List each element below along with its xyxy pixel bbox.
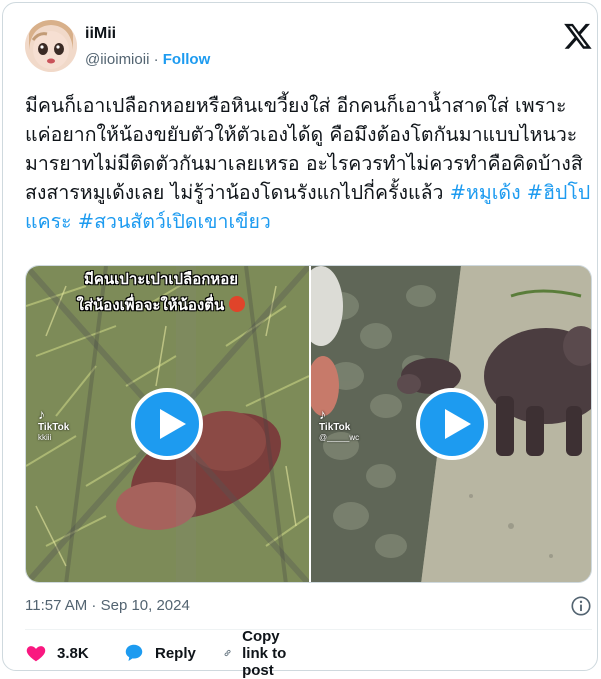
video-caption-text: ใส่น้องเพื่อจะให้น้องตื่น xyxy=(76,296,225,314)
tiktok-watermark: ♪ TikTok @_____wc xyxy=(319,406,359,442)
follow-button[interactable]: Follow xyxy=(163,51,211,68)
play-button[interactable] xyxy=(131,388,203,460)
video-left[interactable]: มีคนเปาะเปาเปลือกหอย ใส่น้องเพื่อจะให้น้… xyxy=(26,266,309,582)
video-caption: มีคนเปาะเปาเปลือกหอย ใส่น้องเพื่อจะให้น้… xyxy=(36,266,286,318)
tiktok-user: @_____wc xyxy=(319,433,360,442)
reply-bubble-icon xyxy=(125,644,143,661)
user-handle[interactable]: @iioimioii xyxy=(85,51,149,68)
media-grid: มีคนเปาะเปาเปลือกหอย ใส่น้องเพื่อจะให้น้… xyxy=(25,265,592,583)
angry-face-icon xyxy=(229,296,246,312)
tiktok-user: kkiii xyxy=(38,433,52,442)
tweet-text: มีคนก็เอาเปลือกหอยหรือหินเขวี้ยงใส่ อีกค… xyxy=(25,91,591,236)
play-button[interactable] xyxy=(416,388,488,460)
tiktok-label: TikTok xyxy=(38,422,70,433)
avatar[interactable] xyxy=(25,20,77,72)
tiktok-icon: ♪ xyxy=(319,406,326,422)
heart-icon xyxy=(26,646,46,662)
video-caption-line1: มีคนเปาะเปาเปลือกหอย xyxy=(84,270,238,288)
link-icon xyxy=(224,649,231,657)
display-name[interactable]: iiMii xyxy=(85,25,116,43)
like-count: 3.8K xyxy=(57,644,89,662)
video-caption-line2: ใส่น้องเพื่อจะให้น้องตื่น xyxy=(36,292,286,318)
handle-row: @iioimioii · Follow xyxy=(85,51,210,68)
reply-button[interactable]: Reply xyxy=(123,641,196,665)
copy-link-button[interactable]: Copy link to post xyxy=(223,628,293,679)
video-right[interactable]: ♪ TikTok @_____wc xyxy=(311,266,591,582)
hashtag-link[interactable]: #หมูเด้ง xyxy=(450,181,521,204)
tiktok-watermark: ♪ TikTok kkiii xyxy=(38,406,69,442)
tiktok-label: TikTok xyxy=(319,422,351,433)
like-button[interactable]: 3.8K xyxy=(25,641,89,665)
post-timestamp[interactable]: 11:57 AM · Sep 10, 2024 xyxy=(25,597,190,614)
hashtag-link[interactable]: #สวนสัตว์เปิดเขาเขียว xyxy=(78,210,271,233)
copy-link-label: Copy link to post xyxy=(242,627,287,679)
info-icon[interactable] xyxy=(570,595,592,617)
divider xyxy=(25,629,592,630)
reply-label: Reply xyxy=(155,644,196,662)
separator-dot: · xyxy=(153,51,159,68)
tiktok-icon: ♪ xyxy=(38,406,45,422)
tweet-card: iiMii @iioimioii · Follow มีคนก็เอาเปลือ… xyxy=(2,2,598,679)
x-logo-icon[interactable] xyxy=(563,21,593,51)
